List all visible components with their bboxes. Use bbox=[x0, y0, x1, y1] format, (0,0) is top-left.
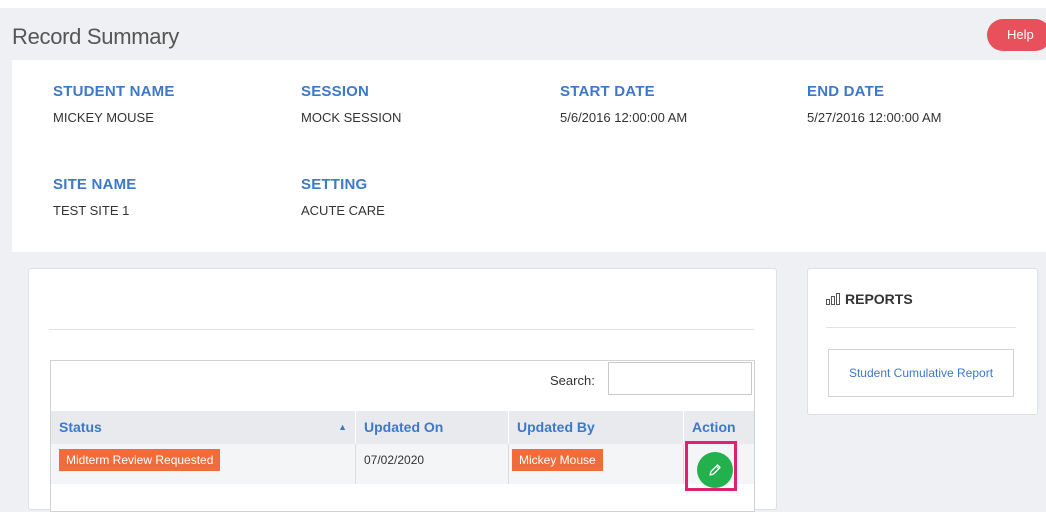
session-value: MOCK SESSION bbox=[301, 110, 402, 125]
reports-divider bbox=[826, 327, 1016, 328]
reports-heading: REPORTS bbox=[826, 291, 913, 307]
updated-by-badge: Mickey Mouse bbox=[512, 449, 603, 471]
page-title: Record Summary bbox=[12, 24, 179, 49]
column-header-status[interactable]: Status ▲ bbox=[51, 411, 356, 444]
reports-title: REPORTS bbox=[845, 291, 913, 307]
field-session: SESSION MOCK SESSION bbox=[301, 83, 401, 125]
status-table: Search: Status ▲ Updated On Updated By A… bbox=[50, 360, 755, 512]
start-date-value: 5/6/2016 12:00:00 AM bbox=[560, 110, 688, 125]
record-info-panel: STUDENT NAME MICKEY MOUSE SESSION MOCK S… bbox=[12, 60, 1046, 252]
student-cumulative-report-link[interactable]: Student Cumulative Report bbox=[828, 349, 1014, 397]
help-button[interactable]: Help bbox=[987, 19, 1046, 51]
search-input[interactable] bbox=[608, 362, 752, 395]
end-date-value: 5/27/2016 12:00:00 AM bbox=[807, 110, 942, 125]
header-bar: Record Summary bbox=[0, 8, 1046, 60]
table-header: Status ▲ Updated On Updated By Action bbox=[51, 411, 754, 444]
setting-value: ACUTE CARE bbox=[301, 203, 385, 218]
column-header-updated-on[interactable]: Updated On bbox=[356, 411, 509, 444]
search-label: Search: bbox=[550, 373, 595, 388]
cell-status: Midterm Review Requested bbox=[51, 444, 356, 484]
cell-updated-by: Mickey Mouse bbox=[509, 444, 684, 484]
field-student-name: STUDENT NAME MICKEY MOUSE bbox=[53, 83, 175, 125]
start-date-label: START DATE bbox=[560, 83, 655, 100]
setting-label: SETTING bbox=[301, 176, 368, 193]
status-badge: Midterm Review Requested bbox=[59, 449, 221, 471]
status-history-card: Search: Status ▲ Updated On Updated By A… bbox=[28, 268, 777, 512]
session-label: SESSION bbox=[301, 83, 370, 100]
field-start-date: START DATE 5/6/2016 12:00:00 AM bbox=[560, 83, 687, 125]
field-site-name: SITE NAME TEST SITE 1 bbox=[53, 176, 136, 218]
column-header-action[interactable]: Action bbox=[684, 411, 754, 444]
bar-chart-icon bbox=[826, 293, 840, 305]
updated-on-value: 07/02/2020 bbox=[364, 453, 425, 467]
sort-ascending-icon: ▲ bbox=[338, 422, 347, 432]
site-name-value: TEST SITE 1 bbox=[53, 203, 130, 218]
reports-card: REPORTS Student Cumulative Report bbox=[807, 268, 1038, 415]
site-name-label: SITE NAME bbox=[53, 176, 137, 193]
card-divider bbox=[49, 329, 754, 330]
pencil-icon bbox=[709, 464, 721, 476]
column-header-status-label: Status bbox=[59, 419, 102, 435]
student-name-value: MICKEY MOUSE bbox=[53, 110, 154, 125]
cell-updated-on: 07/02/2020 bbox=[356, 444, 509, 484]
field-setting: SETTING ACUTE CARE bbox=[301, 176, 385, 218]
student-name-label: STUDENT NAME bbox=[53, 83, 175, 100]
edit-button[interactable] bbox=[697, 452, 733, 488]
column-header-updated-by[interactable]: Updated By bbox=[509, 411, 684, 444]
top-strip bbox=[0, 0, 1046, 8]
table-row: Midterm Review Requested 07/02/2020 Mick… bbox=[51, 444, 754, 484]
field-end-date: END DATE 5/27/2016 12:00:00 AM bbox=[807, 83, 941, 125]
end-date-label: END DATE bbox=[807, 83, 885, 100]
